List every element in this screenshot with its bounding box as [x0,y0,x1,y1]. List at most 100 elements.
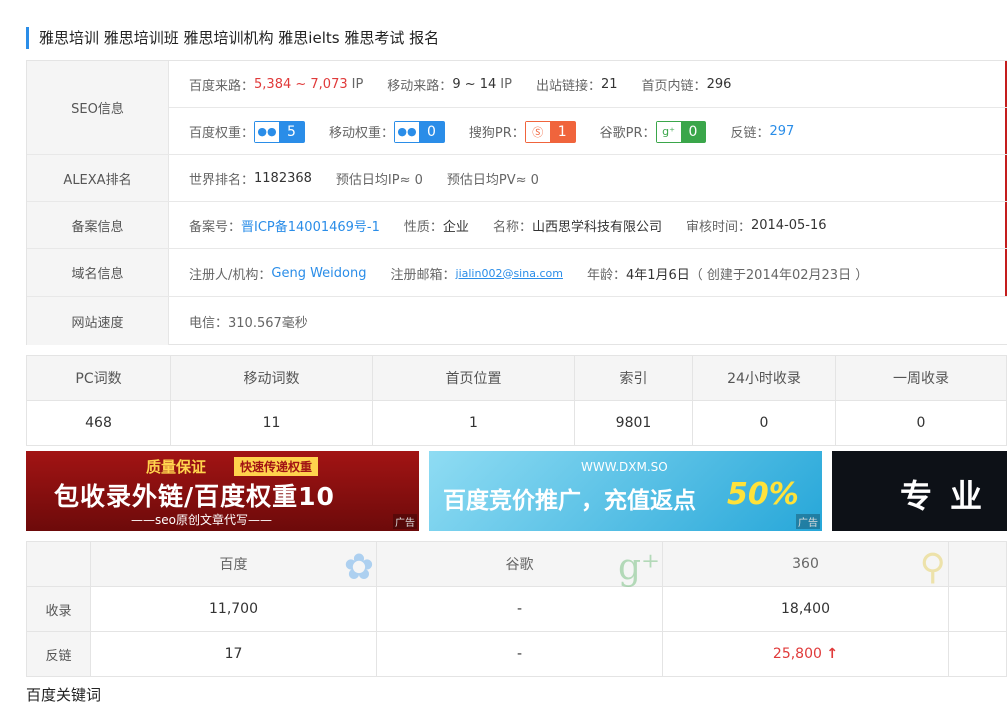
google-index-value: - [376,586,663,632]
up-arrow-icon: ↑ [826,646,839,662]
alexa-row: ALEXA排名 世界排名： 1182368 预估日均IP≈ 0 预估日均PV≈ … [27,155,1007,202]
page-title: 雅思培训 雅思培训班 雅思培训机构 雅思ielts 雅思考试 报名 [26,27,439,49]
keyword-stats-table: PC词数 移动词数 首页位置 索引 24小时收录 一周收录 468 11 1 9… [26,355,1007,446]
stats-header-row: PC词数 移动词数 首页位置 索引 24小时收录 一周收录 [26,355,1007,401]
baidu-paw-icon: ✿ [343,547,374,588]
engines-extra-cell [948,631,1007,677]
engine-name-360: 360 [792,556,819,572]
icp-line: 备案号： 晋ICP备14001469号-1 性质： 企业 名称： 山西思学科技有… [169,202,1007,249]
speed-row: 网站速度 电信：310.567毫秒 [27,297,1007,345]
stats-home-position-value: 1 [372,400,575,446]
engines-backlink-label: 反链 [26,631,91,677]
search-engine-table: 百度 ✿ 谷歌 g⁺ 360 ⚲ 收录 11,700 - 18,400 反链 1… [26,541,1007,677]
stats-header-mobile: 移动词数 [170,355,373,401]
daily-ip-estimate: 预估日均IP≈ 0 [335,173,423,188]
ad2-main-text: 百度竞价推广，充值返点 [443,488,696,514]
stats-header-24h: 24小时收录 [692,355,836,401]
icp-date-value: 2014-05-16 [750,218,827,233]
engine-name-baidu: 百度 [219,557,248,573]
ad-tag: 广告 [796,514,820,529]
engines-backlink-row: 反链 17 - 25,800 ↑ [26,631,1007,677]
icp-no-link[interactable]: 晋ICP备14001469号-1 [241,216,380,235]
ip-unit: IP [500,76,512,92]
stats-header-index: 索引 [574,355,693,401]
sogou-icon: Ⓢ [525,121,550,142]
ad1-badge: 快速传递权重 [234,457,319,476]
360-backlink-value: 25,800 [772,646,822,662]
baidu-weight-value: 5 [279,121,304,142]
domain-line: 注册人/机构： Geng Weidong 注册邮箱： jialin002@sin… [169,249,1007,297]
google-pr-badge[interactable]: g⁺ 0 [655,120,707,143]
baidu-paw-icon: ●● [394,121,419,142]
engine-name-google: 谷歌 [505,557,534,573]
icp-date-label: 审核时间： [685,220,751,235]
icp-type-label: 性质： [403,220,443,235]
mobile-traffic-label: 移动来路： [387,78,453,94]
engine-header-baidu: 百度 ✿ [90,541,377,588]
ad2-url: WWW.DXM.SO [581,460,668,474]
stats-value-row: 468 11 1 9801 0 0 [26,400,1007,446]
icp-label: 备案信息 [27,202,169,248]
baidu-backlink-value: 17 [90,631,377,677]
baidu-weight-badge[interactable]: ●● 5 [254,120,305,143]
alexa-label: ALEXA排名 [27,155,169,201]
sogou-pr-value: 1 [549,121,575,142]
icp-row: 备案信息 备案号： 晋ICP备14001469号-1 性质： 企业 名称： 山西… [27,202,1007,249]
ad1-main-text: 包收录外链/百度权重10 [54,482,335,511]
baidu-traffic-value: 5,384 ~ 7,073 [254,76,348,92]
baidu-index-value: 11,700 [90,586,377,632]
speed-label: 网站速度 [27,297,169,345]
registrant-label: 注册人/机构： [189,267,272,283]
seo-info-panel: SEO信息 百度来路： 5,384 ~ 7,073 IP 移动来路： 9 ~ 1… [26,60,1007,345]
google-pr-label: 谷歌PR： [599,126,656,141]
speed-value: 电信：310.567毫秒 [189,315,308,331]
seo-info-label: SEO信息 [27,61,169,154]
icp-no-label: 备案号： [189,220,242,235]
domain-label: 域名信息 [27,249,169,296]
ad1-headline: 质量保证 [146,458,207,476]
baidu-traffic-label: 百度来路： [189,78,255,94]
mobile-weight-badge[interactable]: ●● 0 [393,120,445,143]
engines-extra-cell [948,586,1007,632]
email-link[interactable]: jialin002@sina.com [456,267,563,280]
baidu-paw-icon: ●● [255,121,280,142]
icp-name-label: 名称： [492,220,532,235]
stats-header-pc: PC词数 [26,355,171,401]
ad-banner-professional[interactable]: 专业 [832,451,1007,531]
backlink-value-link[interactable]: 297 [769,124,794,139]
baidu-weight-label: 百度权重： [189,126,255,141]
stats-pc-value: 468 [26,400,171,446]
sogou-pr-label: 搜狗PR： [468,126,525,141]
outbound-links-label: 出站链接： [535,78,601,94]
engine-header-360: 360 ⚲ [662,541,949,588]
ad-tag: 广告 [393,514,417,529]
engine-header-google: 谷歌 g⁺ [376,541,663,588]
ad-banner-backlinks[interactable]: 质量保证 快速传递权重 包收录外链/百度权重10 ——seo原创文章代写—— 广… [26,451,419,531]
mobile-weight-label: 移动权重： [328,126,394,141]
speed-line: 电信：310.567毫秒 [169,297,1007,345]
360-index-value: 18,400 [662,586,949,632]
inner-links-label: 首页内链： [641,78,707,94]
google-plus-icon: g⁺ [617,547,660,588]
ad2-percent: 50% [727,477,799,512]
world-rank-value: 1182368 [254,171,312,186]
age-label: 年龄： [586,267,626,283]
mobile-traffic-value: 9 ~ 14 [452,76,497,92]
world-rank-label: 世界排名： [189,173,255,188]
baidu-keywords-heading: 百度关键词 [26,686,102,704]
ad-banner-dxm[interactable]: WWW.DXM.SO 百度竞价推广，充值返点 50% 广告 [429,451,822,531]
email-label: 注册邮箱： [390,267,456,283]
seo-traffic-line: 百度来路： 5,384 ~ 7,073 IP 移动来路： 9 ~ 14 IP 出… [169,61,1007,108]
inner-links-value: 296 [706,76,732,92]
magnifier-icon: ⚲ [919,547,946,588]
registrant-link[interactable]: Geng Weidong [271,266,366,281]
ad3-main-text: 专业 [900,477,1001,515]
engines-extra-header [948,541,1007,587]
seo-info-row: SEO信息 百度来路： 5,384 ~ 7,073 IP 移动来路： 9 ~ 1… [27,61,1007,155]
sogou-pr-badge[interactable]: Ⓢ 1 [524,120,576,143]
alexa-line: 世界排名： 1182368 预估日均IP≈ 0 预估日均PV≈ 0 [169,155,1007,202]
google-plus-icon: g⁺ [656,121,681,142]
seo-weight-line: 百度权重： ●● 5 移动权重： ●● 0 搜狗PR： Ⓢ 1 谷歌PR： g⁺… [169,108,1007,155]
stats-24h-value: 0 [692,400,836,446]
engines-index-row: 收录 11,700 - 18,400 [26,586,1007,632]
